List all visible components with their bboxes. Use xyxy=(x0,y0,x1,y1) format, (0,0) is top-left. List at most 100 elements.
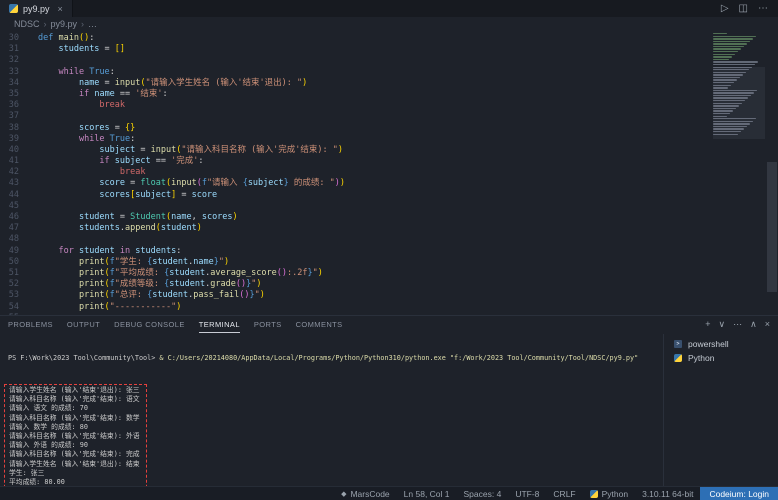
panel-body: PS F:\Work\2023 Tool\Community\Tool> & C… xyxy=(0,334,778,486)
status-label: Spaces: 4 xyxy=(464,489,502,499)
code-line: scores = {} xyxy=(38,123,778,134)
python-icon xyxy=(674,354,682,362)
status-eol[interactable]: CRLF xyxy=(546,487,582,500)
terminal-output-line: 请输入 外语 的成绩: 90 xyxy=(9,441,140,450)
breadcrumb-separator-icon: › xyxy=(44,19,47,29)
code-line: print(f"学生: {student.name}") xyxy=(38,257,778,268)
code-line xyxy=(38,201,778,212)
terminal-output-line: 学生: 张三 xyxy=(9,469,140,478)
bottom-panel: PROBLEMS OUTPUT DEBUG CONSOLE TERMINAL PORTS… xyxy=(0,315,778,486)
terminal-sidebar: >powershell Python xyxy=(663,334,778,486)
terminal-list-item-python[interactable]: Python xyxy=(664,351,778,365)
panel-tab-output[interactable]: OUTPUT xyxy=(67,316,100,333)
minimap[interactable] xyxy=(713,33,765,303)
breadcrumb-separator-icon: › xyxy=(81,19,84,29)
terminal-dropdown-icon[interactable]: ∨ xyxy=(719,320,726,329)
status-codeium[interactable]: Codeium: Login xyxy=(700,487,778,500)
status-interpreter[interactable]: 3.10.11 64-bit xyxy=(635,487,700,500)
code-line: print(f"总评: {student.pass_fail()}") xyxy=(38,290,778,301)
statusbar: ◆MarsCode Ln 58, Col 1 Spaces: 4 UTF-8 CRLF P… xyxy=(0,486,778,500)
vscode-window: py9.py × ▷ ◫ ⋯ NDSC›py9.py›… 30313233343… xyxy=(0,0,778,500)
terminal-list-label: powershell xyxy=(688,339,729,349)
terminal-output-line: 请输入 语文 的成绩: 70 xyxy=(9,404,140,413)
status-indentation[interactable]: Spaces: 4 xyxy=(457,487,509,500)
line-number: 49 xyxy=(0,246,19,257)
run-button[interactable]: ▷ xyxy=(721,4,729,14)
line-number: 35 xyxy=(0,89,19,100)
more-actions-icon[interactable]: ⋯ xyxy=(758,4,768,14)
gutter: 3031323334353637383940414243444546474849… xyxy=(0,31,28,315)
terminal-command-line: PS F:\Work\2023 Tool\Community\Tool> & C… xyxy=(8,354,663,363)
code-line: while True: xyxy=(38,67,778,78)
status-label: Python xyxy=(602,489,628,499)
terminal-output-line: 请输入学生姓名 (输入'结束'退出): 张三 xyxy=(9,386,140,395)
code-line xyxy=(38,234,778,245)
code-line xyxy=(38,55,778,66)
code-line: if subject == '完成': xyxy=(38,156,778,167)
status-label: Ln 58, Col 1 xyxy=(404,489,450,499)
status-encoding[interactable]: UTF-8 xyxy=(508,487,546,500)
split-editor-icon[interactable]: ◫ xyxy=(739,4,748,14)
code-line: print(f"成绩等级: {student.grade()}") xyxy=(38,279,778,290)
terminal-output-line: 请输入科目名称 (输入'完成'结束): 外语 xyxy=(9,432,140,441)
status-cursor-position[interactable]: Ln 58, Col 1 xyxy=(397,487,457,500)
panel-tab-ports[interactable]: PORTS xyxy=(254,316,282,333)
line-number: 34 xyxy=(0,78,19,89)
line-number: 53 xyxy=(0,290,19,301)
line-number: 50 xyxy=(0,257,19,268)
panel-tab-terminal[interactable]: TERMINAL xyxy=(199,316,240,333)
line-number: 46 xyxy=(0,212,19,223)
code-line: name = input("请输入学生姓名 (输入'结束'退出): ") xyxy=(38,78,778,89)
line-number: 39 xyxy=(0,134,19,145)
panel-actions: + ∨ ⋯ ∧ × xyxy=(705,316,770,333)
terminal[interactable]: PS F:\Work\2023 Tool\Community\Tool> & C… xyxy=(0,334,663,486)
status-label: CRLF xyxy=(553,489,575,499)
line-number: 43 xyxy=(0,178,19,189)
status-marscode[interactable]: ◆MarsCode xyxy=(334,487,397,500)
panel-tabs: PROBLEMS OUTPUT DEBUG CONSOLE TERMINAL PORTS… xyxy=(8,316,343,333)
status-label: 3.10.11 64-bit xyxy=(642,489,693,499)
code-line: print("-----------") xyxy=(38,302,778,313)
terminal-output-line: 请输入科目名称 (输入'完成'结束): 完成 xyxy=(9,450,140,459)
close-panel-icon[interactable]: × xyxy=(765,320,770,329)
breadcrumb-item[interactable]: NDSC xyxy=(14,19,40,29)
status-language[interactable]: Python xyxy=(583,487,635,500)
status-label: Codeium: Login xyxy=(709,489,769,499)
breadcrumb: NDSC›py9.py›… xyxy=(0,17,778,31)
line-number: 31 xyxy=(0,44,19,55)
tab-bar: py9.py × ▷ ◫ ⋯ xyxy=(0,0,778,17)
line-number: 36 xyxy=(0,100,19,111)
tab-close-icon[interactable]: × xyxy=(58,4,63,14)
maximize-panel-icon[interactable]: ∧ xyxy=(750,320,757,329)
line-number: 47 xyxy=(0,223,19,234)
line-number: 51 xyxy=(0,268,19,279)
line-number: 30 xyxy=(0,33,19,44)
code-line: while True: xyxy=(38,134,778,145)
terminal-list: >powershell Python xyxy=(664,337,778,365)
editor-scrollbar[interactable] xyxy=(766,31,778,315)
panel-more-icon[interactable]: ⋯ xyxy=(733,320,742,329)
code-line: subject = input("请输入科目名称 (输入'完成'结束): ") xyxy=(38,145,778,156)
panel-tab-problems[interactable]: PROBLEMS xyxy=(8,316,53,333)
code-lines: def main(): students = [] while True: na… xyxy=(28,31,778,315)
breadcrumb-item[interactable]: … xyxy=(88,19,97,29)
panel-tab-comments[interactable]: COMMENTS xyxy=(296,316,343,333)
code-line: def main(): xyxy=(38,33,778,44)
editor-scrollbar-thumb[interactable] xyxy=(767,162,777,293)
code-line: student = Student(name, scores) xyxy=(38,212,778,223)
editor-tab-py9[interactable]: py9.py × xyxy=(0,0,73,17)
status-label: UTF-8 xyxy=(515,489,539,499)
line-number: 40 xyxy=(0,145,19,156)
terminal-output-line: 请输入科目名称 (输入'完成'结束): 语文 xyxy=(9,395,140,404)
line-number: 42 xyxy=(0,167,19,178)
code-line: for student in students: xyxy=(38,246,778,257)
line-number: 41 xyxy=(0,156,19,167)
terminal-list-item-powershell[interactable]: >powershell xyxy=(664,337,778,351)
new-terminal-icon[interactable]: + xyxy=(705,320,710,329)
terminal-list-label: Python xyxy=(688,353,714,363)
breadcrumb-item[interactable]: py9.py xyxy=(51,19,78,29)
editor-actions: ▷ ◫ ⋯ xyxy=(721,0,778,17)
code-editor[interactable]: 3031323334353637383940414243444546474849… xyxy=(0,31,778,315)
panel-tab-debug-console[interactable]: DEBUG CONSOLE xyxy=(114,316,185,333)
terminal-output-annotation-box: 请输入学生姓名 (输入'结束'退出): 张三请输入科目名称 (输入'完成'结束)… xyxy=(4,384,147,486)
